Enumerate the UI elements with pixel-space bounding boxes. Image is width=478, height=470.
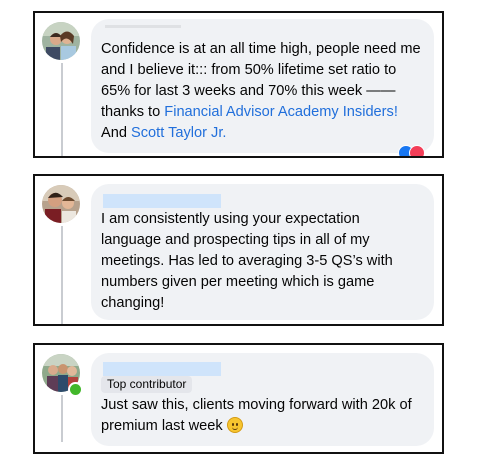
comment-text-part: And [101, 125, 132, 141]
comment-text: Just saw this, clients moving forward wi… [101, 395, 422, 437]
mention-financial-advisor-academy-insiders[interactable]: Financial Advisor Academy Insiders! [164, 104, 398, 120]
comment-card: Confidence is at an all time high, peopl… [33, 11, 444, 158]
slightly-smiling-face-icon [226, 417, 243, 433]
comment-text: I am consistently using your expectation… [101, 211, 393, 311]
avatar[interactable] [42, 22, 80, 60]
mention-scott-taylor-jr[interactable]: Scott Taylor Jr. [131, 125, 226, 141]
avatar[interactable] [42, 185, 80, 223]
thread-line [61, 395, 63, 442]
comment-card: Top contributor Just saw this, clients m… [33, 343, 444, 454]
comment-text-part: Just saw this, clients moving forward wi… [101, 397, 412, 434]
comment-bubble: I am consistently using your expectation… [91, 184, 434, 320]
reaction-summary[interactable] [398, 145, 428, 156]
comment-card: I am consistently using your expectation… [33, 174, 444, 326]
comment-bubble: Top contributor Just saw this, clients m… [91, 353, 434, 446]
redacted-author-name [103, 194, 221, 208]
redacted-author-name-fragment [105, 25, 181, 28]
online-status-indicator [68, 382, 83, 397]
thread-line [61, 226, 63, 324]
top-contributor-badge: Top contributor [101, 376, 193, 393]
love-icon [409, 145, 425, 156]
redacted-author-name [103, 362, 221, 376]
comment-bubble: Confidence is at an all time high, peopl… [91, 19, 434, 156]
comment-text: Confidence is at an all time high, peopl… [101, 39, 422, 144]
thread-line [61, 63, 63, 156]
